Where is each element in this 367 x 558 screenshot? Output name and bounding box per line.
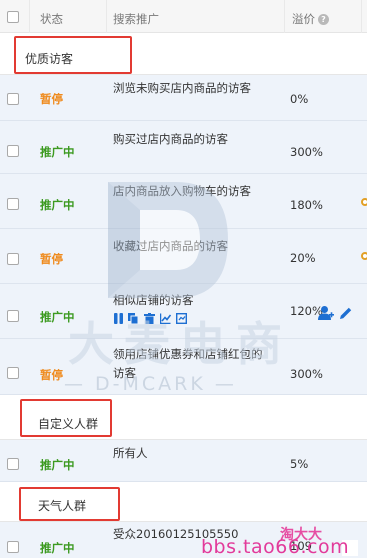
row-checkbox[interactable] (7, 541, 19, 553)
table-row: 推广中 店内商品放入购物车的访客 180% (0, 174, 367, 229)
status-badge[interactable]: 推广中 (40, 144, 75, 160)
crowd-name-line-2: 访客 (113, 366, 136, 380)
column-divider (29, 0, 30, 33)
trend-icon[interactable] (160, 313, 171, 324)
highlight-box (20, 399, 112, 437)
crowd-name: 购买过店内商品的访客 (113, 132, 228, 146)
table-row: 推广中 购买过店内商品的访客 300% (0, 121, 367, 174)
premium-value[interactable]: 5% (290, 457, 308, 471)
status-badge[interactable]: 暂停 (40, 251, 63, 267)
pause-icon[interactable] (113, 313, 124, 324)
crowd-name-line-1: 领用店铺优惠券和店铺红包的 (113, 347, 263, 361)
row-action-icon[interactable] (361, 252, 367, 260)
crowd-name: 所有人 (113, 446, 148, 460)
table-row: 推广中 所有人 5% (0, 440, 367, 482)
report-icon[interactable] (176, 313, 187, 324)
row-checkbox[interactable] (7, 93, 19, 105)
premium-label: 溢价 (292, 12, 315, 26)
row-action-icon[interactable] (361, 198, 367, 206)
status-badge[interactable]: 推广中 (40, 197, 75, 213)
table-row: 推广中 相似店铺的访客 120% (0, 284, 367, 339)
row-checkbox[interactable] (7, 253, 19, 265)
status-badge[interactable]: 推广中 (40, 457, 75, 473)
crowd-name: 店内商品放入购物车的访客 (113, 184, 251, 198)
crowd-name: 相似店铺的访客 (113, 293, 194, 307)
crowd-name: 收藏过店内商品的访客 (113, 239, 228, 253)
delete-icon[interactable] (144, 313, 155, 324)
status-badge[interactable]: 推广中 (40, 540, 75, 556)
add-user-icon[interactable] (318, 305, 334, 321)
edit-icon[interactable] (339, 306, 353, 320)
status-badge[interactable]: 推广中 (40, 309, 75, 325)
crowd-name: 浏览未购买店内商品的访客 (113, 81, 251, 95)
row-checkbox[interactable] (7, 458, 19, 470)
column-divider (361, 0, 362, 33)
status-column-header[interactable]: 状态 (40, 11, 63, 27)
premium-value[interactable]: 180% (290, 198, 323, 212)
search-promo-column-header[interactable]: 搜索推广 (113, 11, 159, 27)
highlight-box (19, 487, 120, 521)
row-checkbox[interactable] (7, 367, 19, 379)
status-badge[interactable]: 暂停 (40, 91, 63, 107)
premium-value[interactable]: 300% (290, 367, 323, 381)
premium-value[interactable]: 300% (290, 145, 323, 159)
column-divider (106, 0, 107, 33)
table-row: 暂停 领用店铺优惠券和店铺红包的 访客 300% (0, 339, 367, 395)
question-circle-icon[interactable]: ? (318, 14, 329, 25)
row-checkbox[interactable] (7, 145, 19, 157)
table-header: 状态 搜索推广 溢价? (0, 0, 367, 33)
column-divider (284, 0, 285, 33)
table-row: 暂停 浏览未购买店内商品的访客 0% (0, 75, 367, 121)
status-badge[interactable]: 暂停 (40, 367, 63, 383)
crowd-targeting-table: 状态 搜索推广 溢价? 优质访客 暂停 浏览未购买店内商品的访客 0% 推广中 … (0, 0, 367, 558)
select-all-checkbox[interactable] (7, 11, 19, 23)
footer-site-url: bbs.tao66.com (201, 536, 350, 558)
table-row: 暂停 收藏过店内商品的访客 20% (0, 229, 367, 284)
row-checkbox[interactable] (7, 198, 19, 210)
premium-value[interactable]: 0% (290, 92, 308, 106)
premium-column-header[interactable]: 溢价? (292, 11, 329, 27)
row-checkbox[interactable] (7, 310, 19, 322)
highlight-box (14, 36, 132, 74)
copy-icon[interactable] (128, 313, 139, 324)
row-action-toolbar (113, 313, 193, 325)
premium-value[interactable]: 20% (290, 251, 316, 265)
